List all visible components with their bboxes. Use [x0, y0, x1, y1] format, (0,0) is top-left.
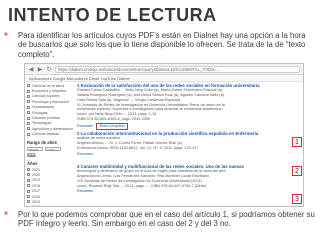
- result-actions: Resumen: [77, 189, 289, 194]
- checkbox-icon[interactable]: [27, 100, 30, 104]
- checkbox-icon[interactable]: [27, 121, 30, 125]
- bullet-1: ■ Para identificar los artículos cuyos P…: [4, 31, 316, 59]
- checkbox-icon[interactable]: [27, 168, 30, 172]
- result-actions: Resumen: [77, 152, 289, 157]
- reload-icon[interactable]: ↻: [46, 66, 52, 73]
- result-meta: ISBN 978-84-695-8349-8, págs. 2045-2059: [77, 116, 151, 121]
- summary-link[interactable]: Resumen: [77, 152, 93, 157]
- checkbox-icon[interactable]: [27, 111, 30, 115]
- checkbox-icon[interactable]: [27, 89, 30, 93]
- annotation-badge-2: 2: [292, 166, 302, 176]
- summary-link[interactable]: Resumen: [77, 189, 93, 194]
- bullet-marker-icon: ■: [4, 32, 8, 38]
- checkbox-icon[interactable]: [27, 200, 30, 204]
- slide-title: INTENTO DE LECTURA: [8, 5, 217, 25]
- address-bar[interactable]: https://dialnet.unirioja.es/buscar/docum…: [55, 65, 300, 73]
- filter-item[interactable]: Agricultura y alimentación: [27, 126, 74, 131]
- checkbox-icon[interactable]: [27, 184, 30, 188]
- bookmarks-bar: Aplicaciones Google Marcadores Gmail You…: [25, 75, 303, 82]
- checkbox-icon[interactable]: [27, 105, 30, 109]
- bullet-marker-icon: ■: [4, 211, 8, 217]
- results-list: 1 Evaluación de la satisfacción del uso …: [77, 83, 303, 206]
- annotation-badge-1: 1: [292, 137, 302, 147]
- checkbox-icon[interactable]: [27, 173, 30, 177]
- forward-arrow-icon[interactable]: ▶: [37, 66, 43, 73]
- year-to-input[interactable]: hasta: [45, 146, 61, 151]
- checkbox-icon[interactable]: [27, 132, 30, 136]
- embedded-screenshot: ◀ ▶ ↻ https://dialnet.unirioja.es/buscar…: [24, 63, 304, 207]
- browser-toolbar: ◀ ▶ ↻ https://dialnet.unirioja.es/buscar…: [25, 64, 303, 75]
- checkbox-icon[interactable]: [27, 189, 30, 193]
- range-actions: Filtrar: [27, 152, 74, 158]
- filter-item[interactable]: Ciencias básicas: [27, 132, 74, 137]
- filter-item[interactable]: Psicología y educación: [27, 99, 74, 104]
- checkbox-icon[interactable]: [27, 116, 30, 120]
- dialnet-page: Ciencias de la salud Economía y empresa …: [25, 83, 303, 206]
- checkbox-icon[interactable]: [27, 84, 30, 88]
- summary-link[interactable]: Resumen: [77, 124, 93, 129]
- checkbox-icon[interactable]: [27, 94, 30, 98]
- slide: INTENTO DE LECTURA ■ Para identificar lo…: [0, 0, 320, 240]
- checkbox-icon[interactable]: [27, 205, 30, 206]
- result-detail: coord. Rosabel Roig Vila, ... 2014, págs…: [77, 183, 207, 188]
- annotation-badge-3: 3: [292, 194, 302, 204]
- filter-button[interactable]: Filtrar: [27, 152, 36, 157]
- checkbox-icon[interactable]: [27, 195, 30, 199]
- year-from-input[interactable]: desde: [27, 146, 43, 151]
- bullet-2-text: Por lo que podemos comprobar que en el c…: [18, 210, 315, 229]
- checkbox-icon[interactable]: [27, 127, 30, 131]
- full-text-link[interactable]: Texto completo: [96, 122, 128, 130]
- filter-sidebar: Ciencias de la salud Economía y empresa …: [27, 83, 74, 206]
- bullet-1-text: Para identificar los artículos cuyos PDF…: [18, 31, 306, 59]
- result-item: 1 Evaluación de la satisfacción del uso …: [77, 83, 289, 130]
- result-detail: Enfermería clínica, ISSN 1130-8621, Vol.…: [77, 145, 199, 150]
- checkbox-icon[interactable]: [27, 178, 30, 182]
- result-item: 3 Carácter multimodal y multifuncional d…: [77, 164, 289, 194]
- back-arrow-icon[interactable]: ◀: [28, 66, 34, 73]
- year-filter[interactable]: 2014: [27, 205, 74, 206]
- result-item: 2 La colaboración interinstitucional en …: [77, 131, 289, 157]
- result-actions: Resumen Texto completo: [77, 122, 289, 130]
- bullet-2: ■ Por lo que podemos comprobar que en el…: [4, 210, 316, 229]
